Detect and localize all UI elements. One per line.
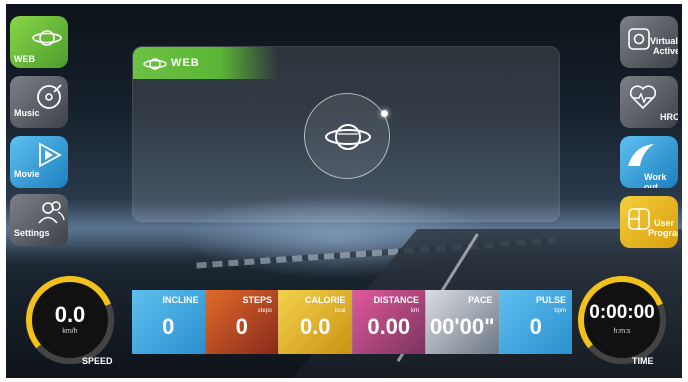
heart-rate-icon bbox=[629, 85, 657, 110]
browser-launch-button[interactable] bbox=[304, 93, 390, 179]
speed-unit: km/h bbox=[62, 328, 78, 335]
pulse-cell[interactable]: PULSE bpm 0 bbox=[498, 290, 572, 354]
speed-value: 0.0 bbox=[54, 302, 86, 327]
time-unit: h:m:s bbox=[613, 328, 631, 335]
distance-cell[interactable]: DISTANCE km 0.00 bbox=[351, 290, 425, 354]
treadmill-console-screen: WEB Music Movie Settings Virtual Active … bbox=[6, 4, 682, 378]
planet-globe-icon bbox=[325, 124, 371, 150]
web-globe-icon bbox=[32, 30, 62, 46]
incline-value: 0 bbox=[162, 314, 175, 339]
time-label: TIME bbox=[632, 356, 654, 366]
workout-button[interactable]: Work out bbox=[620, 136, 678, 188]
web-panel[interactable]: WEB bbox=[132, 46, 560, 222]
steps-cell[interactable]: STEPS steps 0 bbox=[204, 290, 278, 354]
workout-stats-strip: INCLINE 0 STEPS steps 0 CALORIE kcal 0.0… bbox=[132, 290, 572, 354]
calorie-cell[interactable]: CALORIE kcal 0.0 bbox=[278, 290, 352, 354]
workout-label: Work out bbox=[644, 172, 667, 188]
distance-label: DISTANCE bbox=[373, 295, 419, 305]
time-value: 0:00:00 bbox=[589, 302, 655, 323]
hrc-label: HRC bbox=[660, 112, 678, 122]
pulse-value: 0 bbox=[529, 314, 542, 339]
incline-cell[interactable]: INCLINE 0 bbox=[132, 290, 205, 354]
panel-header: WEB bbox=[133, 47, 278, 79]
workout-wave-icon bbox=[628, 144, 654, 166]
web-button[interactable]: WEB bbox=[10, 16, 68, 68]
user-program-label-1: User bbox=[654, 218, 675, 228]
calorie-value: 0.0 bbox=[299, 314, 331, 339]
movie-button[interactable]: Movie bbox=[10, 136, 68, 188]
settings-users-icon bbox=[38, 201, 65, 224]
music-label: Music bbox=[14, 108, 40, 118]
speed-label: SPEED bbox=[82, 356, 113, 366]
user-program-button[interactable]: User Program bbox=[620, 196, 678, 248]
virtual-active-label-2: Active bbox=[653, 46, 678, 56]
web-globe-icon bbox=[143, 58, 167, 70]
virtual-active-icon bbox=[628, 28, 650, 50]
settings-button[interactable]: Settings bbox=[10, 194, 68, 246]
movie-play-icon bbox=[39, 142, 62, 168]
speed-gauge: 0.0 km/h SPEED bbox=[22, 272, 118, 368]
panel-title: WEB bbox=[171, 57, 200, 69]
pulse-label: PULSE bbox=[535, 295, 566, 305]
settings-label: Settings bbox=[14, 228, 50, 238]
virtual-active-button[interactable]: Virtual Active bbox=[620, 16, 678, 68]
pace-value: 00'00" bbox=[429, 314, 495, 339]
steps-label: STEPS bbox=[242, 295, 272, 305]
calorie-label: CALORIE bbox=[305, 295, 346, 305]
movie-label: Movie bbox=[14, 169, 40, 179]
pace-cell[interactable]: PACE 00'00" bbox=[425, 290, 499, 354]
incline-label: INCLINE bbox=[162, 295, 199, 305]
steps-value: 0 bbox=[235, 314, 248, 339]
hrc-button[interactable]: HRC bbox=[620, 76, 678, 128]
time-gauge: 0:00:00 h:m:s TIME bbox=[574, 272, 670, 368]
distance-value: 0.00 bbox=[367, 314, 411, 339]
web-label: WEB bbox=[14, 54, 35, 64]
music-button[interactable]: Music bbox=[10, 76, 68, 128]
pace-label: PACE bbox=[468, 295, 493, 305]
virtual-active-label-1: Virtual bbox=[650, 36, 678, 46]
user-program-label-2: Program bbox=[648, 228, 678, 238]
ring-indicator-dot bbox=[381, 110, 388, 117]
